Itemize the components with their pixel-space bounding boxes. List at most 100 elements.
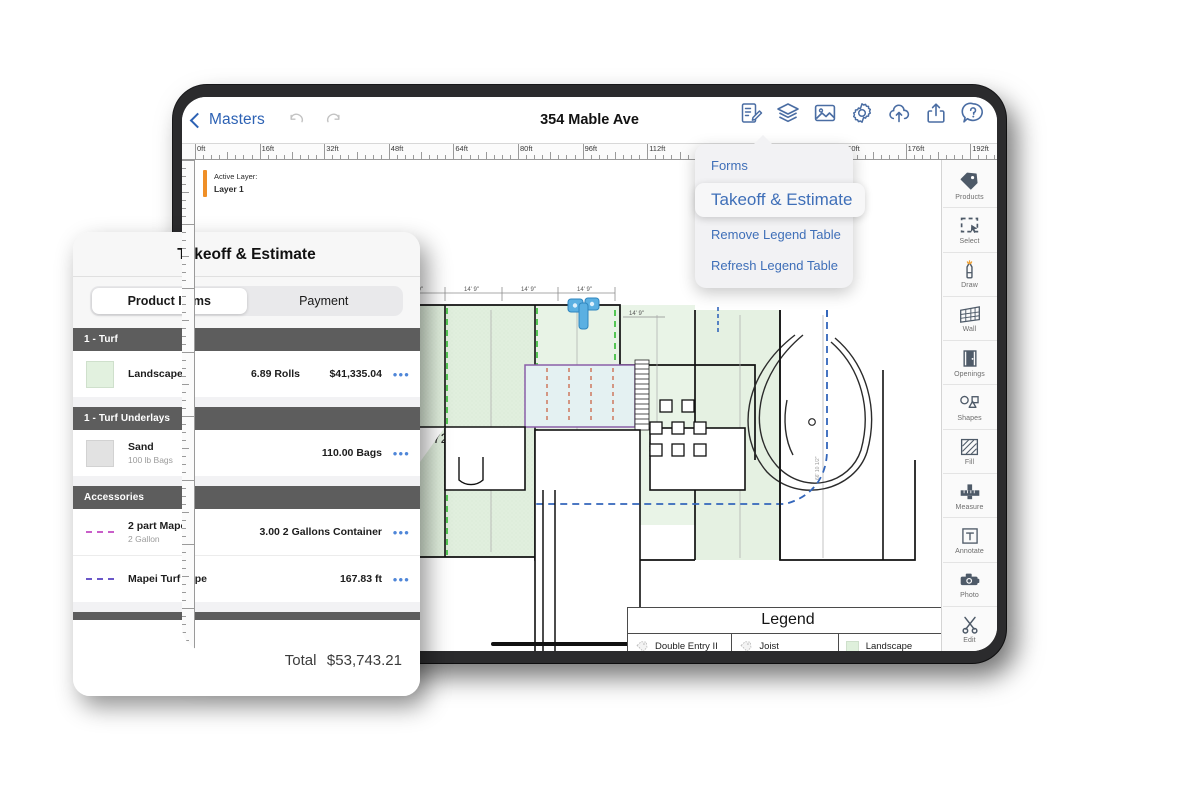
palette-item-wall[interactable]: Wall: [943, 297, 997, 341]
ruler-minor-tick: [182, 456, 186, 457]
ruler-minor-tick: [182, 496, 186, 497]
ruler-minor-tick: [889, 155, 890, 159]
ruler-minor-tick: [292, 152, 293, 159]
palette-item-select[interactable]: Select: [943, 208, 997, 252]
ruler-label: 16ft: [260, 144, 275, 153]
menu-item-forms[interactable]: Forms: [695, 150, 853, 181]
palette-item-photo[interactable]: Photo: [943, 563, 997, 607]
item-quantity: 6.89 Rolls: [251, 368, 300, 380]
ruler-minor-tick: [437, 155, 438, 159]
share-icon[interactable]: [924, 101, 948, 125]
palette-item-label: Measure: [956, 504, 984, 511]
ruler-minor-tick: [182, 184, 186, 185]
ruler-minor-tick: [494, 155, 495, 159]
ruler-minor-tick: [182, 232, 186, 233]
palette-item-shapes[interactable]: Shapes: [943, 385, 997, 429]
ruler-minor-tick: [534, 155, 535, 159]
annotate-text-icon: [960, 525, 980, 547]
palette-item-products[interactable]: Products: [943, 164, 997, 208]
image-icon[interactable]: [813, 101, 837, 125]
ruler-minor-tick: [182, 472, 186, 473]
ruler-minor-tick: [599, 155, 600, 159]
panel-title: Takeoff & Estimate: [73, 246, 420, 264]
panel-footer: Total $53,743.21: [73, 636, 420, 696]
menu-item-refresh-legend-table[interactable]: Refresh Legend Table: [695, 250, 853, 281]
item-menu-button[interactable]: •••: [382, 525, 410, 540]
legend-entry-label: Double Entry II: [655, 641, 718, 651]
palette-item-draw[interactable]: Draw: [943, 253, 997, 297]
palette-item-openings[interactable]: Openings: [943, 341, 997, 385]
ruler-label: 0ft: [195, 144, 205, 153]
undo-redo-group: [287, 110, 343, 130]
ruler-minor-tick: [688, 155, 689, 159]
cloud-upload-icon[interactable]: [887, 101, 911, 125]
ruler-minor-tick: [219, 155, 220, 159]
ruler-minor-tick: [252, 155, 253, 159]
screenshot-root: Masters 354 Mable Ave: [0, 0, 1200, 800]
ruler-minor-tick: [429, 155, 430, 159]
tab-product-items[interactable]: Product Items: [92, 288, 247, 314]
palette-item-label: Wall: [963, 326, 977, 333]
chevron-left-icon: [190, 112, 206, 128]
ruler-minor-tick: [857, 155, 858, 159]
tab-payment[interactable]: Payment: [247, 288, 402, 314]
ruler-minor-tick: [284, 155, 285, 159]
ruler-minor-tick: [182, 160, 195, 161]
back-button[interactable]: Masters: [192, 111, 265, 129]
list-item[interactable]: Sand 100 lb Bags 110.00 Bags •••: [73, 430, 420, 476]
ruler-minor-tick: [211, 155, 212, 159]
item-menu-button[interactable]: •••: [382, 572, 410, 587]
panel-tabs-container: Product Items Payment: [73, 277, 420, 328]
ruler-minor-tick: [182, 208, 186, 209]
redo-icon[interactable]: [323, 110, 343, 130]
legend-columns: Double Entry II Railing + Posts Tape and…: [628, 634, 941, 651]
ruler-minor-tick: [182, 288, 195, 289]
ruler-minor-tick: [357, 152, 358, 159]
list-item[interactable]: Mapei Turf Tape 167.83 ft •••: [73, 556, 420, 602]
menu-item-takeoff-estimate[interactable]: Takeoff & Estimate: [695, 183, 865, 217]
ruler-minor-tick: [639, 155, 640, 159]
group-header-bar: [73, 612, 420, 620]
legend-entry-label: Landscape: [866, 641, 912, 651]
list-item[interactable]: Landscape 6.89 Rolls $41,335.04 •••: [73, 351, 420, 397]
undo-icon[interactable]: [287, 110, 307, 130]
ruler-minor-tick: [397, 155, 398, 159]
gear-icon[interactable]: [850, 101, 874, 125]
ruler-minor-tick: [994, 155, 995, 159]
total-value: $53,743.21: [327, 652, 402, 669]
green-box-swatch: [86, 361, 114, 388]
palette-item-measure[interactable]: Measure: [943, 474, 997, 518]
svg-text:14' 9": 14' 9": [629, 311, 644, 317]
item-swatch: [86, 578, 116, 580]
list-item[interactable]: 2 part Mapei 2 Gallon 3.00 2 Gallons Con…: [73, 509, 420, 555]
ruler-minor-tick: [203, 155, 204, 159]
help-icon[interactable]: [961, 101, 985, 125]
green-box-swatch: [846, 640, 860, 651]
back-button-label: Masters: [209, 111, 265, 129]
ruler-minor-tick: [308, 155, 309, 159]
ruler-minor-tick: [978, 155, 979, 159]
ruler-minor-tick: [268, 155, 269, 159]
ruler-label: 96ft: [583, 144, 598, 153]
layers-icon[interactable]: [776, 101, 800, 125]
forms-dropdown-menu: Forms Takeoff & Estimate Remove Legend T…: [695, 144, 853, 288]
ruler-minor-tick: [405, 155, 406, 159]
ruler-minor-tick: [623, 155, 624, 159]
ruler-minor-tick: [182, 192, 189, 193]
ruler-minor-tick: [182, 408, 186, 409]
palette-item-annotate[interactable]: Annotate: [943, 518, 997, 562]
palette-item-fill[interactable]: Fill: [943, 430, 997, 474]
menu-item-remove-legend-table[interactable]: Remove Legend Table: [695, 219, 853, 250]
item-swatch: [86, 531, 116, 533]
ruler-minor-tick: [663, 155, 664, 159]
ruler-minor-tick: [316, 155, 317, 159]
item-menu-button[interactable]: •••: [382, 367, 410, 382]
item-menu-button[interactable]: •••: [382, 446, 410, 461]
ruler-minor-tick: [607, 155, 608, 159]
svg-text:14' 9": 14' 9": [577, 287, 592, 293]
forms-edit-icon[interactable]: [739, 101, 763, 125]
palette-item-edit[interactable]: Edit: [943, 607, 997, 651]
ruler-minor-tick: [182, 272, 186, 273]
ruler-minor-tick: [954, 155, 955, 159]
ruler-minor-tick: [575, 155, 576, 159]
